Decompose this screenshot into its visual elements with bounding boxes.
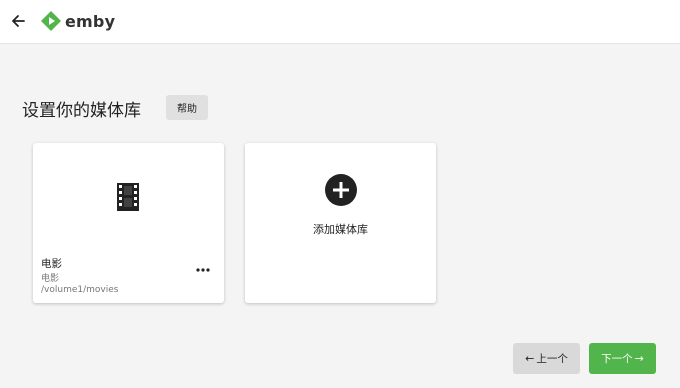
library-type: 电影 xyxy=(41,274,60,284)
next-button[interactable]: 下一个 → xyxy=(589,343,656,374)
library-card-movies[interactable]: 电影 电影 /volume1/movies xyxy=(33,143,224,303)
more-dots-icon xyxy=(196,268,210,272)
emby-logo[interactable]: emby xyxy=(40,9,115,33)
library-path: /volume1/movies xyxy=(41,285,119,295)
brand-name: emby xyxy=(65,11,116,31)
previous-label: 上一个 xyxy=(536,353,568,365)
next-label: 下一个 xyxy=(601,353,633,365)
add-circle-icon xyxy=(325,174,357,206)
back-button[interactable] xyxy=(6,9,30,33)
previous-button[interactable]: ← 上一个 xyxy=(513,343,580,374)
add-library-card[interactable]: 添加媒体库 xyxy=(245,143,436,303)
help-button[interactable]: 帮助 xyxy=(166,95,208,120)
library-name: 电影 xyxy=(41,258,62,270)
emby-logo-icon xyxy=(41,11,61,31)
arrow-left-icon xyxy=(12,15,25,27)
app-header: emby xyxy=(0,0,680,44)
arrow-left-icon: ← xyxy=(525,352,535,365)
add-library-label: 添加媒体库 xyxy=(313,223,368,236)
arrow-right-icon: → xyxy=(634,352,644,365)
page-title: 设置你的媒体库 xyxy=(22,101,141,121)
film-icon xyxy=(117,183,139,211)
more-options-icon[interactable] xyxy=(193,261,213,279)
